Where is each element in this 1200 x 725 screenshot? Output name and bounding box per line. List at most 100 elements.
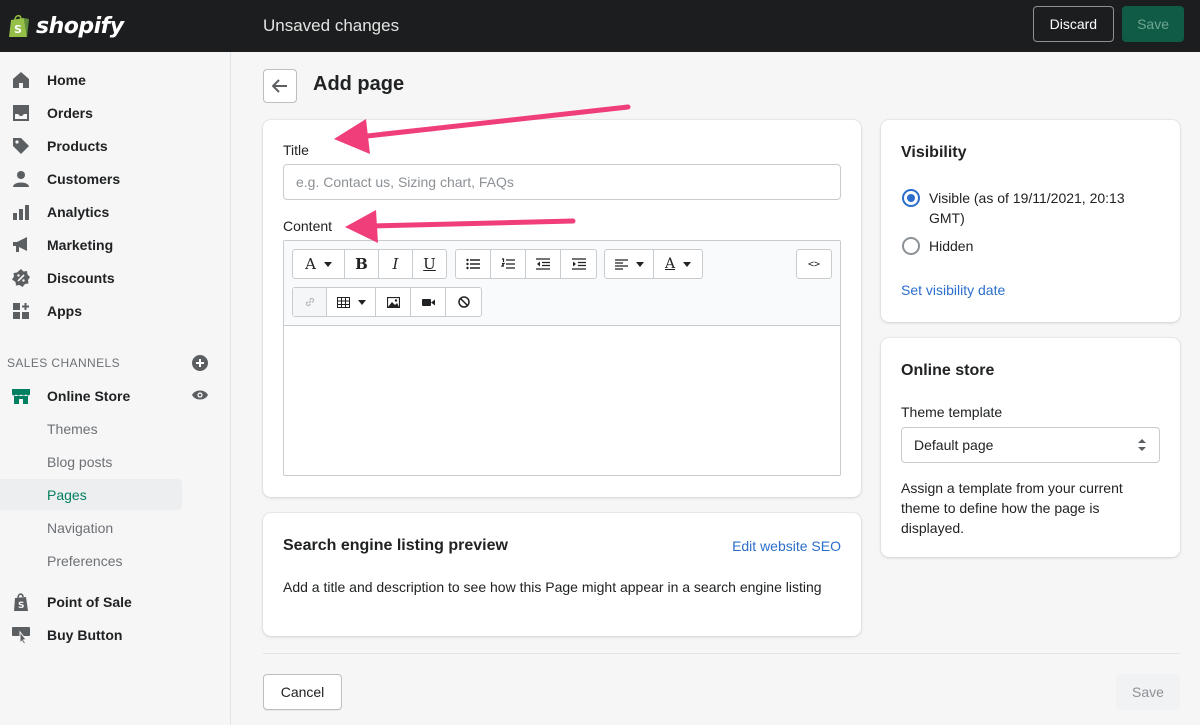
insert-link-button[interactable] bbox=[293, 288, 327, 316]
visibility-title: Visibility bbox=[901, 144, 967, 161]
bold-button[interactable]: B bbox=[345, 250, 379, 278]
sidebar-item-products[interactable]: Products bbox=[0, 129, 231, 162]
list-group bbox=[455, 249, 597, 279]
italic-button[interactable]: I bbox=[379, 250, 413, 278]
subitem-label: Themes bbox=[47, 420, 98, 437]
sidebar-subitem-blog-posts[interactable]: Blog posts bbox=[0, 446, 182, 477]
table-icon bbox=[336, 296, 350, 308]
page-content-card: Title Content A B I U bbox=[263, 120, 861, 497]
editor-toolbar: A B I U A <> bbox=[284, 241, 840, 326]
theme-template-value: Default page bbox=[914, 437, 994, 453]
seo-preview-title: Search engine listing preview bbox=[283, 537, 508, 554]
home-icon bbox=[13, 71, 29, 88]
sidebar: Home Orders Products Customers Analytics… bbox=[0, 52, 231, 725]
outdent-button[interactable] bbox=[526, 250, 561, 278]
title-label: Title bbox=[283, 142, 309, 158]
html-group: <> bbox=[796, 249, 832, 279]
insert-table-dropdown[interactable] bbox=[327, 288, 376, 316]
sidebar-item-orders[interactable]: Orders bbox=[0, 96, 231, 129]
underline-button[interactable]: U bbox=[413, 250, 446, 278]
discount-icon bbox=[12, 268, 30, 287]
sidebar-item-buy-button[interactable]: Buy Button bbox=[0, 618, 231, 651]
shopify-logo[interactable]: S shopify bbox=[0, 0, 231, 52]
svg-text:S: S bbox=[18, 601, 24, 611]
sidebar-item-label: Marketing bbox=[47, 236, 114, 253]
svg-text:S: S bbox=[14, 23, 22, 36]
sales-channels-heading: SALES CHANNELS bbox=[7, 356, 120, 370]
link-icon bbox=[305, 297, 314, 307]
underline-icon: U bbox=[423, 255, 436, 273]
sidebar-subitem-navigation[interactable]: Navigation bbox=[0, 512, 182, 543]
tag-icon bbox=[13, 137, 29, 154]
sidebar-subitem-themes[interactable]: Themes bbox=[0, 413, 182, 444]
megaphone-icon bbox=[13, 236, 27, 252]
show-html-button[interactable]: <> bbox=[797, 250, 831, 278]
top-bar: S shopify Unsaved changes Discard Save bbox=[0, 0, 1200, 52]
add-channel-icon[interactable] bbox=[192, 355, 208, 371]
insert-image-button[interactable] bbox=[376, 288, 411, 316]
sidebar-item-marketing[interactable]: Marketing bbox=[0, 228, 231, 261]
align-dropdown[interactable] bbox=[605, 250, 654, 278]
sidebar-item-online-store[interactable]: Online Store bbox=[0, 379, 231, 412]
sidebar-item-label: Apps bbox=[47, 302, 82, 319]
person-icon bbox=[13, 170, 29, 187]
unsaved-changes-label: Unsaved changes bbox=[263, 16, 400, 35]
sidebar-subitem-pages[interactable]: Pages bbox=[0, 479, 182, 510]
store-icon bbox=[12, 388, 30, 404]
sidebar-item-label: Online Store bbox=[47, 387, 131, 404]
hidden-radio[interactable] bbox=[902, 237, 920, 255]
arrow-left-icon bbox=[272, 79, 287, 93]
text-color-icon: A bbox=[664, 256, 676, 272]
visible-radio-label: Visible (as of 19/11/2021, 20:13 GMT) bbox=[929, 190, 1125, 226]
bullet-list-button[interactable] bbox=[456, 250, 491, 278]
sidebar-item-point-of-sale[interactable]: S Point of Sale bbox=[0, 585, 231, 618]
font-style-dropdown[interactable]: A bbox=[293, 250, 345, 278]
sidebar-item-label: Point of Sale bbox=[47, 593, 132, 610]
brand-name: shopify bbox=[36, 13, 124, 39]
indent-icon bbox=[571, 258, 586, 270]
title-input[interactable] bbox=[283, 164, 841, 200]
subitem-label: Preferences bbox=[47, 552, 123, 569]
align-color-group: A bbox=[604, 249, 703, 279]
apps-icon bbox=[13, 302, 29, 319]
visible-radio[interactable] bbox=[902, 189, 920, 207]
theme-template-label: Theme template bbox=[901, 404, 1003, 420]
page-title: Add page bbox=[313, 73, 405, 95]
insert-group bbox=[292, 287, 482, 317]
edit-website-seo-link[interactable]: Edit website SEO bbox=[732, 538, 841, 554]
hidden-radio-label: Hidden bbox=[929, 238, 974, 254]
buy-button-icon bbox=[12, 626, 30, 645]
sidebar-item-analytics[interactable]: Analytics bbox=[0, 195, 231, 228]
cancel-button[interactable]: Cancel bbox=[263, 674, 342, 710]
bullet-list-icon bbox=[466, 258, 480, 270]
text-color-dropdown[interactable]: A bbox=[654, 250, 702, 278]
sidebar-subitem-preferences[interactable]: Preferences bbox=[0, 545, 182, 576]
sidebar-item-label: Buy Button bbox=[47, 626, 123, 643]
clear-formatting-button[interactable] bbox=[446, 288, 481, 316]
eye-icon[interactable] bbox=[191, 388, 209, 402]
sidebar-item-home[interactable]: Home bbox=[0, 63, 231, 96]
sidebar-item-discounts[interactable]: Discounts bbox=[0, 261, 231, 294]
discard-button[interactable]: Discard bbox=[1032, 6, 1115, 42]
back-button[interactable] bbox=[263, 69, 297, 103]
italic-icon: I bbox=[392, 255, 399, 273]
online-store-card: Online store Theme template Default page… bbox=[881, 338, 1180, 557]
numbered-list-button[interactable] bbox=[491, 250, 526, 278]
editor-body[interactable] bbox=[284, 327, 840, 475]
sidebar-item-customers[interactable]: Customers bbox=[0, 162, 231, 195]
save-button-bottom[interactable]: Save bbox=[1116, 674, 1180, 710]
footer-divider bbox=[263, 653, 1180, 654]
sidebar-item-label: Discounts bbox=[47, 269, 115, 286]
save-button-top[interactable]: Save bbox=[1122, 6, 1184, 42]
insert-video-button[interactable] bbox=[411, 288, 446, 316]
bar-chart-icon bbox=[13, 204, 29, 220]
set-visibility-date-link[interactable]: Set visibility date bbox=[901, 282, 1005, 298]
clear-formatting-icon bbox=[457, 296, 470, 308]
font-style-icon: A bbox=[305, 255, 316, 273]
outdent-icon bbox=[536, 258, 550, 270]
theme-template-description: Assign a template from your current them… bbox=[901, 480, 1123, 536]
sidebar-item-apps[interactable]: Apps bbox=[0, 294, 231, 327]
indent-button[interactable] bbox=[561, 250, 596, 278]
theme-template-select[interactable]: Default page bbox=[901, 427, 1160, 463]
numbered-list-icon bbox=[501, 258, 515, 269]
